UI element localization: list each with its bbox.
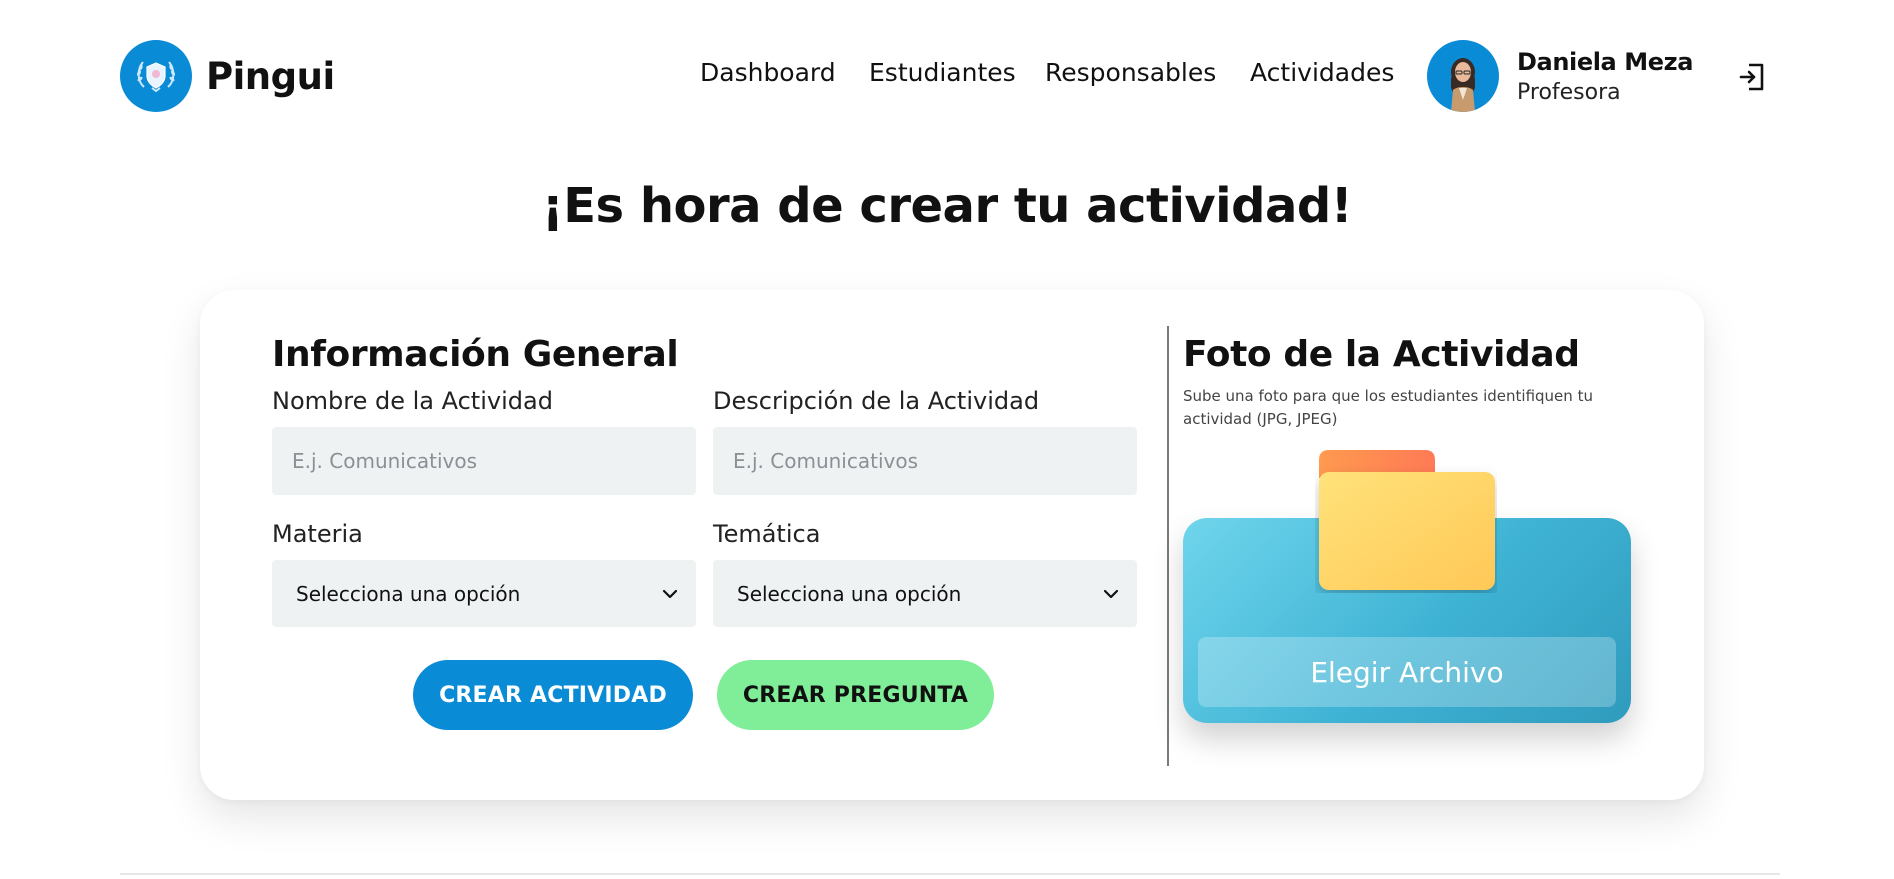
elegir-archivo-button[interactable]: Elegir Archivo bbox=[1198, 637, 1616, 707]
label-materia: Materia bbox=[272, 520, 363, 548]
top-header: Pingui Dashboard Estudiantes Responsable… bbox=[0, 0, 1894, 155]
section-divider bbox=[1167, 326, 1169, 766]
nombre-input[interactable] bbox=[272, 427, 696, 495]
user-role: Profesora bbox=[1517, 79, 1621, 105]
photo-subtitle: Sube una foto para que los estudiantes i… bbox=[1183, 387, 1593, 428]
brand-logo[interactable]: Pingui bbox=[120, 40, 335, 112]
tematica-select-value: Selecciona una opción bbox=[737, 581, 962, 606]
brand-name: Pingui bbox=[206, 54, 335, 98]
user-name: Daniela Meza bbox=[1517, 47, 1694, 76]
nav-item-estudiantes[interactable]: Estudiantes bbox=[869, 58, 1016, 87]
shield-laurel-icon bbox=[120, 40, 192, 112]
footer-divider bbox=[120, 873, 1780, 875]
nav-item-actividades[interactable]: Actividades bbox=[1250, 58, 1394, 87]
nav-item-responsables[interactable]: Responsables bbox=[1045, 58, 1216, 87]
chevron-down-icon bbox=[1103, 589, 1119, 598]
label-nombre: Nombre de la Actividad bbox=[272, 387, 553, 415]
user-profile[interactable]: Daniela Meza Profesora bbox=[1427, 40, 1693, 112]
user-avatar bbox=[1427, 40, 1499, 112]
logout-icon[interactable] bbox=[1738, 62, 1766, 92]
chevron-down-icon bbox=[662, 589, 678, 598]
descripcion-input[interactable] bbox=[713, 427, 1137, 495]
materia-select-value: Selecciona una opción bbox=[296, 581, 521, 606]
materia-select[interactable]: Selecciona una opción bbox=[272, 560, 696, 627]
crear-pregunta-button[interactable]: CREAR PREGUNTA bbox=[717, 660, 994, 730]
page-title: ¡Es hora de crear tu actividad! bbox=[541, 178, 1353, 234]
label-tematica: Temática bbox=[713, 520, 821, 548]
tematica-select[interactable]: Selecciona una opción bbox=[713, 560, 1137, 627]
section-title-foto: Foto de la Actividad bbox=[1183, 334, 1580, 375]
crear-actividad-button[interactable]: CREAR ACTIVIDAD bbox=[413, 660, 693, 730]
label-descripcion: Descripción de la Actividad bbox=[713, 387, 1040, 415]
section-title-general: Información General bbox=[272, 334, 679, 375]
folder-icon bbox=[1319, 450, 1495, 590]
nav-item-dashboard[interactable]: Dashboard bbox=[700, 58, 836, 87]
activity-form-card: Información General Nombre de la Activid… bbox=[200, 290, 1704, 800]
